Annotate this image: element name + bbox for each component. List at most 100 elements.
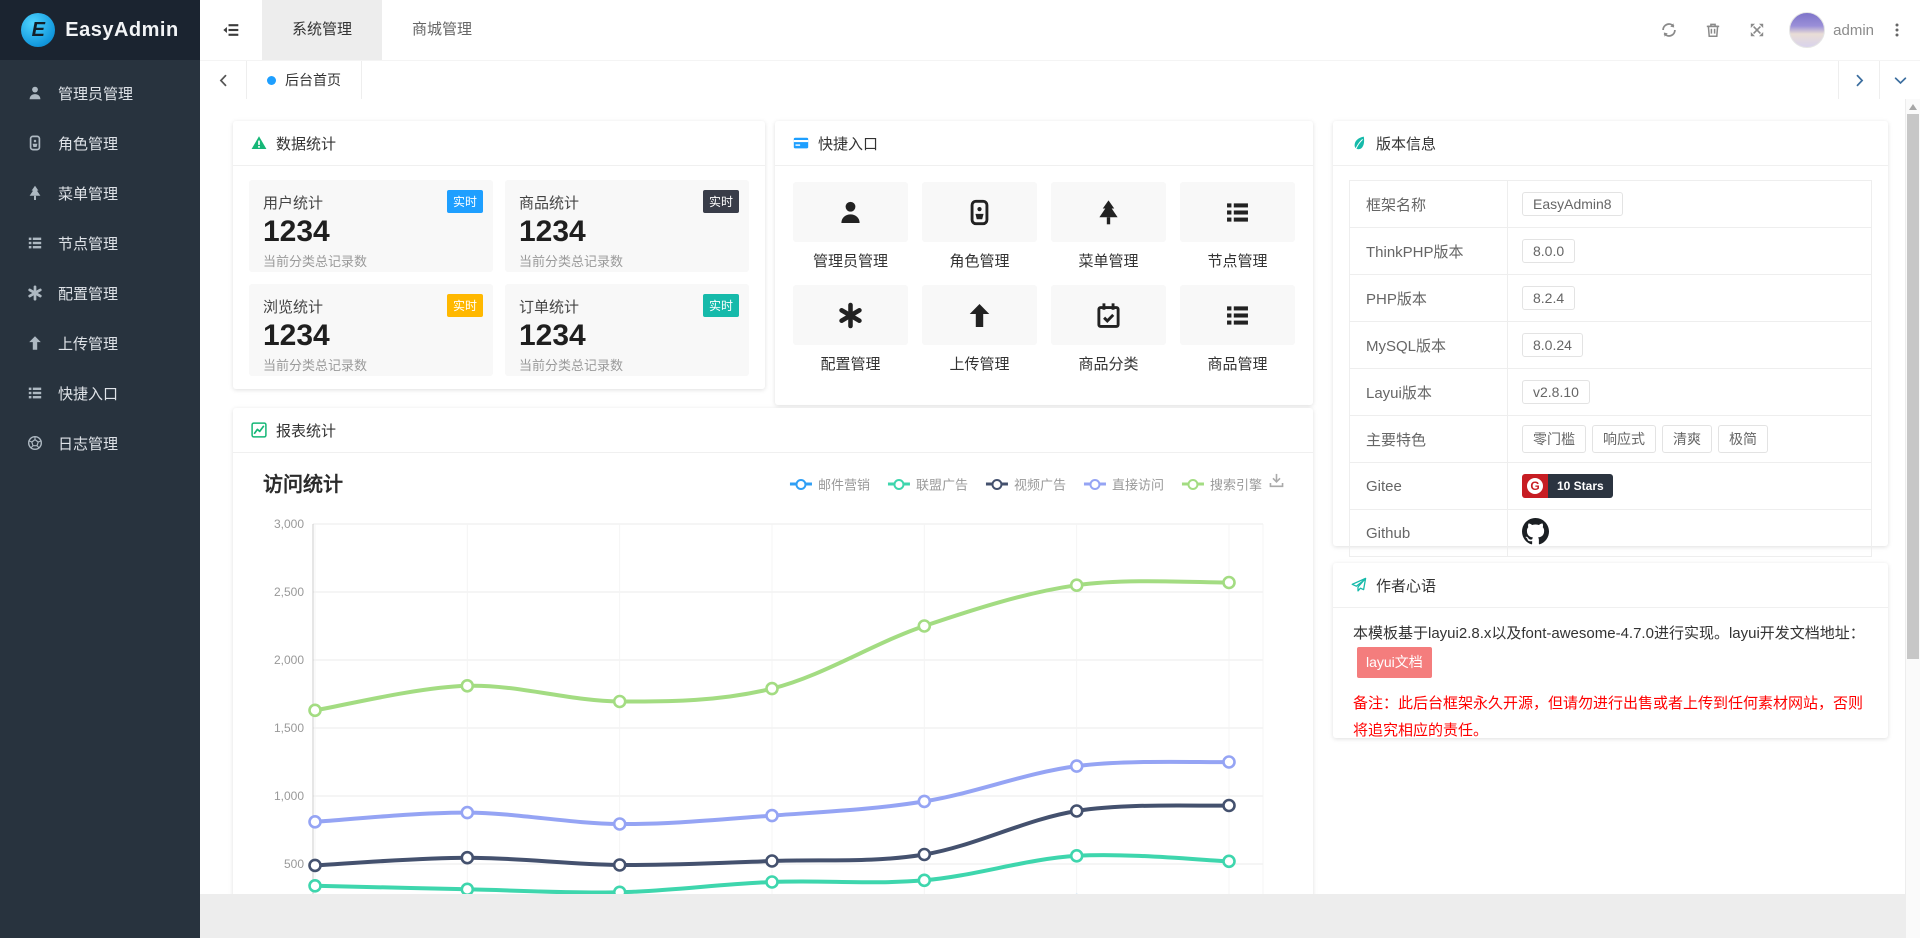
version-chip: 极简 bbox=[1718, 425, 1768, 453]
tree-icon bbox=[26, 185, 44, 201]
series-point bbox=[767, 856, 778, 867]
sidebar-item-3[interactable]: 节点管理 bbox=[0, 218, 200, 268]
clear-cache-button[interactable] bbox=[1691, 22, 1735, 38]
list-icon bbox=[26, 385, 44, 401]
card-author-words-header: 作者心语 bbox=[1333, 563, 1888, 608]
tab-scroll-right-button[interactable] bbox=[1838, 61, 1879, 99]
sidebar-item-5[interactable]: 上传管理 bbox=[0, 318, 200, 368]
version-row-label: MySQL版本 bbox=[1350, 322, 1508, 369]
quick-entry-5[interactable]: 上传管理 bbox=[922, 285, 1037, 374]
version-chip: 8.0.0 bbox=[1522, 239, 1575, 263]
series-point bbox=[1224, 800, 1235, 811]
navbar-tab-0[interactable]: 系统管理 bbox=[262, 0, 382, 60]
visits-chart-svg: 5001,0001,5002,0002,5003,000 bbox=[233, 504, 1313, 938]
card-version-info: 版本信息 框架名称EasyAdmin8ThinkPHP版本8.0.0PHP版本8… bbox=[1333, 121, 1888, 546]
version-row-3: MySQL版本8.0.24 bbox=[1350, 322, 1872, 369]
sidebar-item-label: 菜单管理 bbox=[58, 183, 118, 204]
version-chip: 响应式 bbox=[1592, 425, 1656, 453]
sidebar-item-0[interactable]: 管理员管理 bbox=[0, 68, 200, 118]
tab-actions-dropdown-button[interactable] bbox=[1879, 61, 1920, 99]
navbar-tab-1[interactable]: 商城管理 bbox=[382, 0, 502, 60]
avatar[interactable] bbox=[1789, 12, 1825, 48]
series-point bbox=[767, 877, 778, 888]
author-words-note: 备注：此后台框架永久开源，但请勿进行出售或者上传到任何素材网站，否则将追究相应的… bbox=[1353, 690, 1868, 738]
username[interactable]: admin bbox=[1833, 22, 1874, 39]
scrollbar-thumb[interactable] bbox=[1907, 114, 1919, 659]
stat-desc: 当前分类总记录数 bbox=[263, 355, 479, 374]
sidebar-item-4[interactable]: 配置管理 bbox=[0, 268, 200, 318]
card-version-info-header: 版本信息 bbox=[1333, 121, 1888, 166]
sidebar-item-label: 节点管理 bbox=[58, 233, 118, 254]
layui-doc-link[interactable]: layui文档 bbox=[1357, 647, 1432, 678]
scrollbar-up-arrow[interactable] bbox=[1909, 104, 1917, 110]
quick-entry-4[interactable]: 配置管理 bbox=[793, 285, 908, 374]
version-row-2: PHP版本8.2.4 bbox=[1350, 275, 1872, 322]
quick-entry-label: 商品分类 bbox=[1051, 353, 1166, 374]
series-point bbox=[310, 816, 321, 827]
sidebar-menu: 管理员管理角色管理菜单管理节点管理配置管理上传管理快捷入口日志管理 bbox=[0, 60, 200, 468]
active-tab-dot bbox=[267, 76, 276, 85]
gitee-stars-badge[interactable]: G10 Stars bbox=[1522, 474, 1613, 498]
tab-scroll-left-button[interactable] bbox=[200, 61, 247, 99]
quick-entry-1[interactable]: 角色管理 bbox=[922, 182, 1037, 271]
sidebar-item-1[interactable]: 角色管理 bbox=[0, 118, 200, 168]
vertical-scrollbar[interactable] bbox=[1905, 99, 1920, 938]
legend-marker-icon bbox=[1182, 483, 1204, 486]
version-row-4: Layui版本v2.8.10 bbox=[1350, 369, 1872, 416]
chart-line-icon bbox=[251, 422, 267, 438]
legend-marker-icon bbox=[888, 483, 910, 486]
series-point bbox=[310, 705, 321, 716]
tab-home[interactable]: 后台首页 bbox=[247, 61, 362, 99]
stat-box-1: 商品统计1234当前分类总记录数实时 bbox=[505, 180, 749, 272]
series-point bbox=[1071, 761, 1082, 772]
brand[interactable]: E EasyAdmin bbox=[0, 0, 200, 60]
series-point bbox=[919, 875, 930, 886]
chevron-left-icon bbox=[216, 73, 231, 88]
legend-item-4[interactable]: 搜索引擎 bbox=[1182, 475, 1262, 494]
fullscreen-button[interactable] bbox=[1735, 22, 1779, 38]
asterisk-icon bbox=[793, 285, 908, 345]
y-tick-label: 1,500 bbox=[274, 721, 304, 735]
tab-home-label: 后台首页 bbox=[285, 70, 341, 90]
quick-entry-6[interactable]: 商品分类 bbox=[1051, 285, 1166, 374]
stat-realtime-badge: 实时 bbox=[703, 190, 739, 213]
download-chart-button[interactable] bbox=[1268, 472, 1285, 489]
legend-item-1[interactable]: 联盟广告 bbox=[888, 475, 968, 494]
series-point bbox=[1224, 856, 1235, 867]
series-point bbox=[614, 860, 625, 871]
chart-subheader: 访问统计 邮件营销联盟广告视频广告直接访问搜索引擎 bbox=[233, 464, 1313, 504]
quick-entry-2[interactable]: 菜单管理 bbox=[1051, 182, 1166, 271]
more-menu-button[interactable] bbox=[1874, 22, 1920, 38]
github-icon bbox=[1522, 518, 1549, 549]
card-report-header: 报表统计 bbox=[233, 408, 1313, 453]
github-link[interactable] bbox=[1522, 518, 1549, 549]
legend-item-0[interactable]: 邮件营销 bbox=[790, 475, 870, 494]
legend-item-3[interactable]: 直接访问 bbox=[1084, 475, 1164, 494]
stat-value: 1234 bbox=[263, 213, 479, 251]
version-row-value: v2.8.10 bbox=[1508, 369, 1872, 416]
sidebar-item-6[interactable]: 快捷入口 bbox=[0, 368, 200, 418]
refresh-button[interactable] bbox=[1647, 22, 1691, 38]
series-point bbox=[614, 819, 625, 830]
legend-item-2[interactable]: 视频广告 bbox=[986, 475, 1066, 494]
chevron-down-icon bbox=[1893, 73, 1908, 88]
stat-value: 1234 bbox=[263, 317, 479, 355]
version-row-value: 8.2.4 bbox=[1508, 275, 1872, 322]
quick-entry-0[interactable]: 管理员管理 bbox=[793, 182, 908, 271]
quick-entry-label: 配置管理 bbox=[793, 353, 908, 374]
quick-entry-7[interactable]: 商品管理 bbox=[1180, 285, 1295, 374]
gitee-stars-label: 10 Stars bbox=[1548, 474, 1613, 498]
card-author-words: 作者心语 本模板基于layui2.8.x以及font-awesome-4.7.0… bbox=[1333, 563, 1888, 738]
series-point bbox=[767, 810, 778, 821]
sidebar-item-2[interactable]: 菜单管理 bbox=[0, 168, 200, 218]
card-data-stats-title: 数据统计 bbox=[276, 133, 336, 154]
main-area: 系统管理商城管理 admin 后台首页 数据统计 bbox=[200, 0, 1920, 938]
page-bottom-background bbox=[200, 894, 1920, 938]
series-point bbox=[462, 852, 473, 863]
dots-vertical-icon bbox=[1889, 22, 1905, 38]
quick-entry-3[interactable]: 节点管理 bbox=[1180, 182, 1295, 271]
collapse-sidebar-button[interactable] bbox=[200, 21, 262, 39]
series-point bbox=[919, 621, 930, 632]
list-icon bbox=[1180, 182, 1295, 242]
sidebar-item-7[interactable]: 日志管理 bbox=[0, 418, 200, 468]
